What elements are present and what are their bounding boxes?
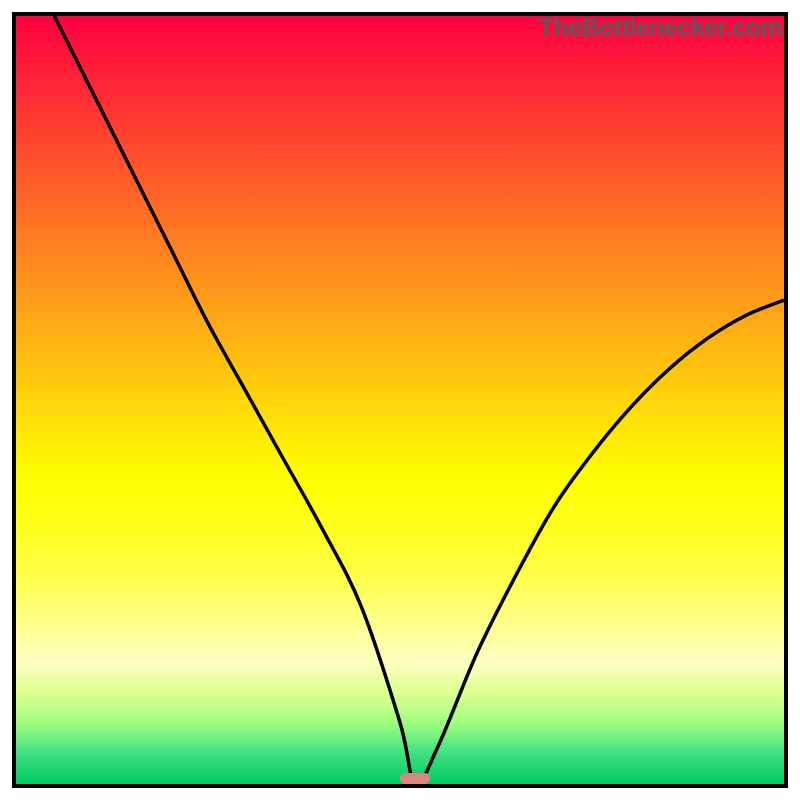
chart-container: TheBottlenecker.com <box>0 0 800 800</box>
watermark-text: TheBottlenecker.com <box>539 14 782 43</box>
bottleneck-curve <box>16 16 784 784</box>
plot-area <box>12 12 788 788</box>
minimum-marker <box>400 773 430 784</box>
curve-path <box>54 16 784 784</box>
